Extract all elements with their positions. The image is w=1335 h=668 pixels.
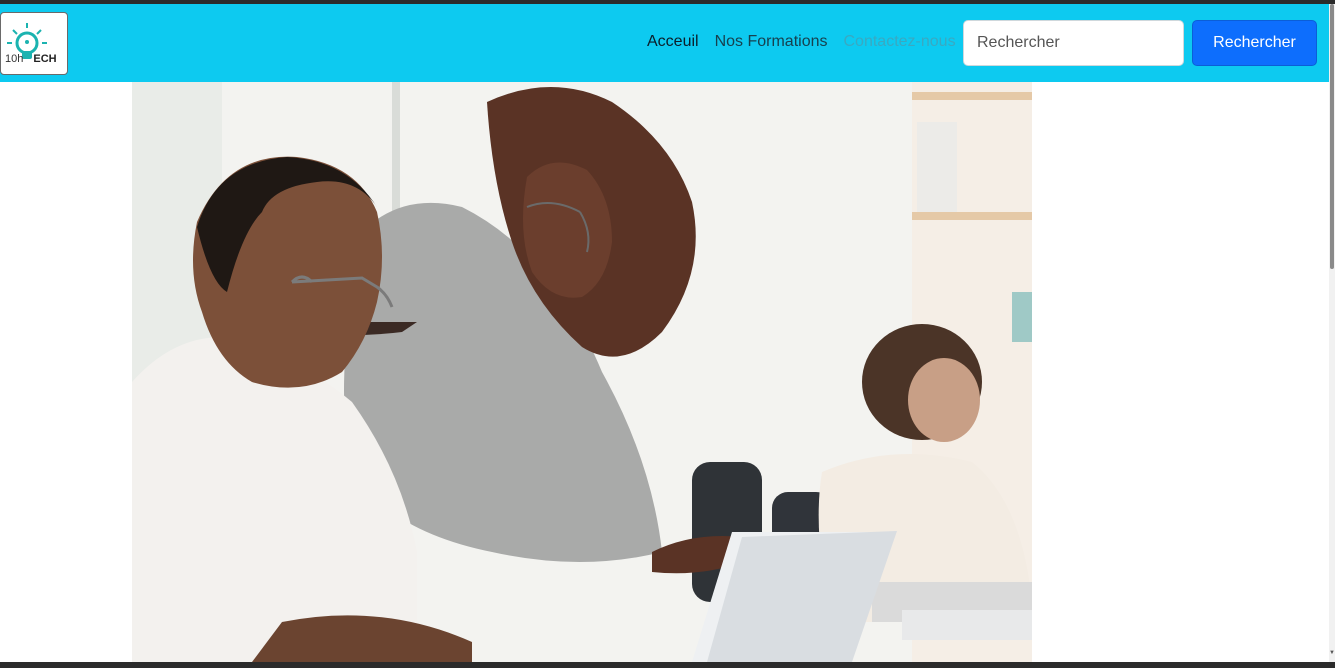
brand-logo[interactable]: 10h ECH (0, 12, 68, 75)
hero-image (132, 82, 1032, 662)
nav-link-contact[interactable]: Contactez-nous (844, 33, 956, 51)
search-button[interactable]: Rechercher (1192, 20, 1317, 66)
logo-text-prefix: 10h (5, 53, 24, 65)
nav-link-accueil[interactable]: Acceuil (647, 33, 699, 51)
nav-link-formations[interactable]: Nos Formations (715, 33, 828, 51)
lightbulb-icon (7, 23, 47, 59)
window-bottom-strip (0, 662, 1335, 668)
navbar: 10h ECH Acceuil Nos Formations Contactez-… (0, 4, 1329, 82)
nav-links: Acceuil Nos Formations Contactez-nous (647, 33, 972, 51)
scrollbar-thumb[interactable] (1330, 4, 1334, 269)
logo-text-main: ECH (33, 53, 57, 65)
search-input[interactable] (963, 20, 1184, 66)
hero-photo (132, 82, 1032, 662)
logo-text: 10h ECH (5, 53, 57, 65)
scroll-down-icon[interactable]: ▼ (1329, 650, 1335, 656)
page-scrollbar[interactable]: ▼ (1329, 4, 1335, 662)
